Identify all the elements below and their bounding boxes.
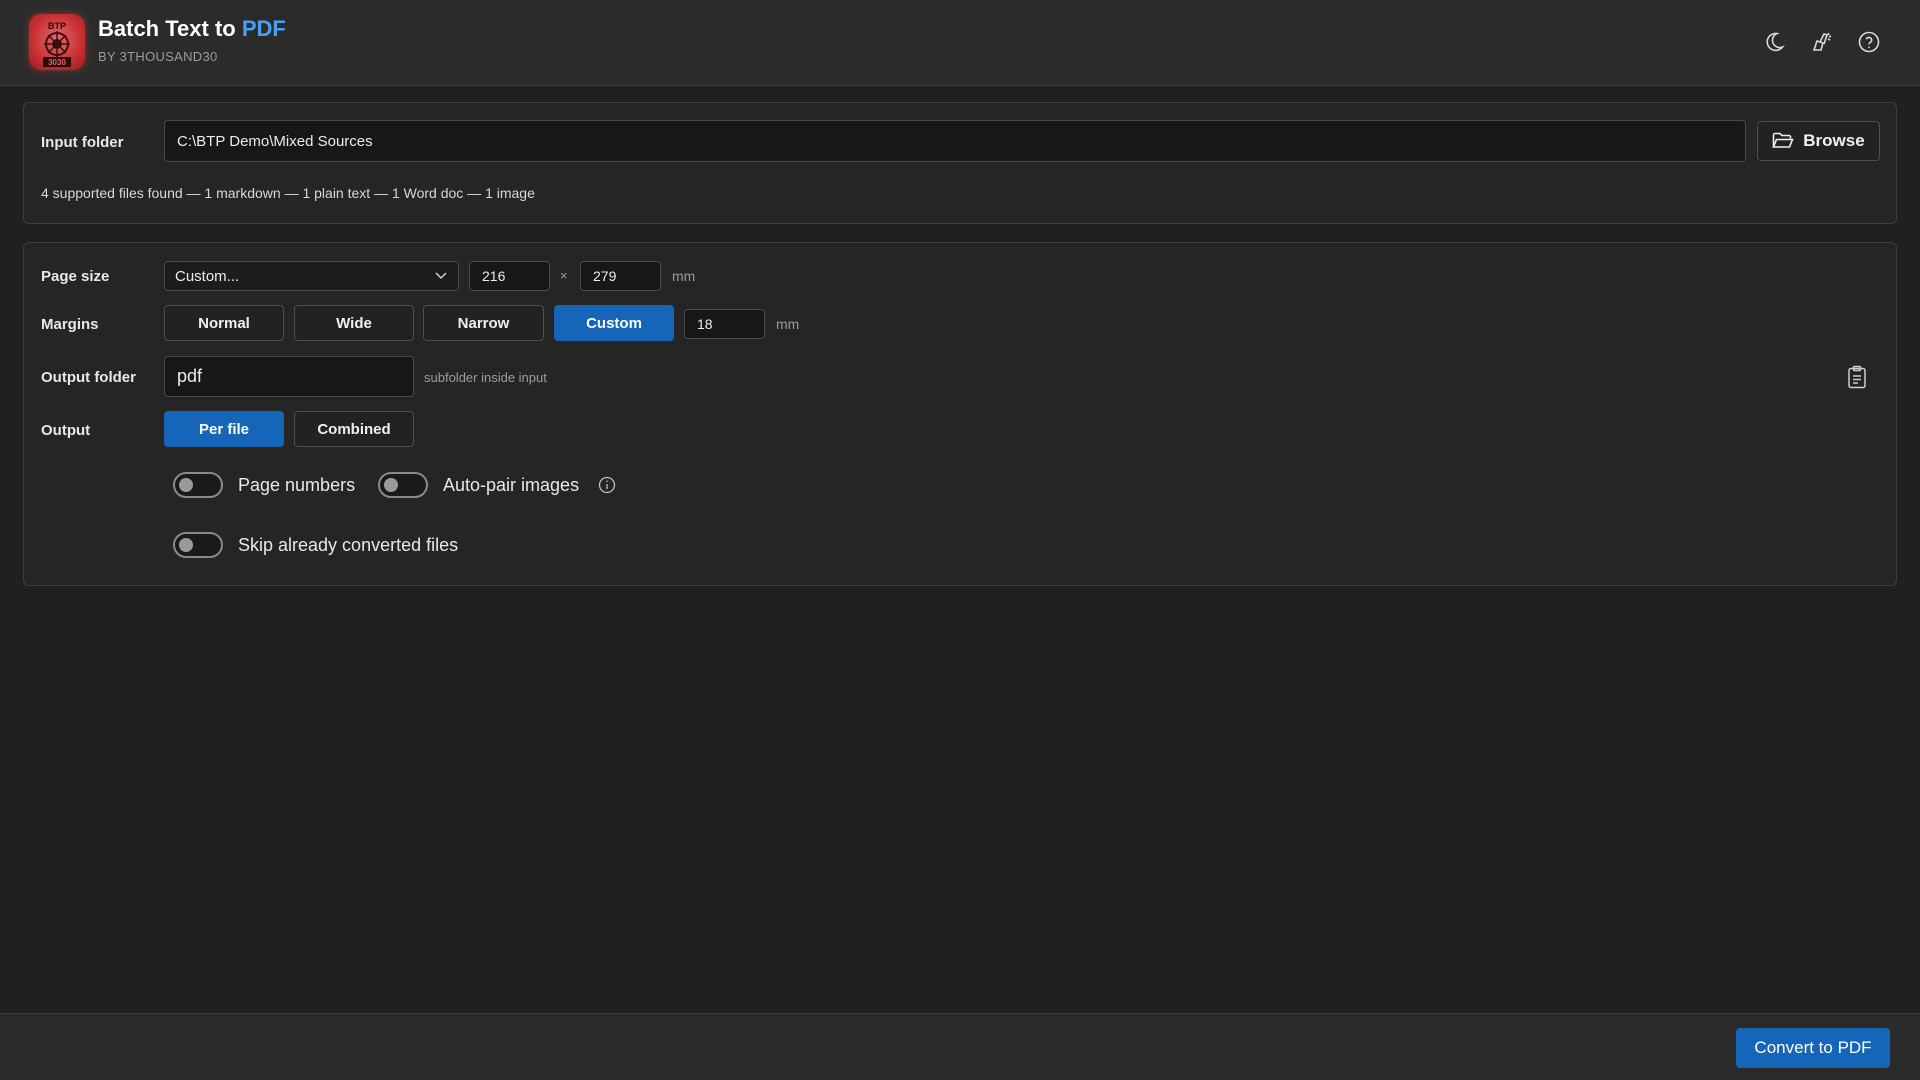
app-header: BTP 3030 Batch Text to PDF BY 3THOUSAND3… bbox=[0, 0, 1920, 86]
chevron-down-icon bbox=[435, 272, 447, 280]
input-folder-path[interactable] bbox=[164, 120, 1746, 162]
times-sign: × bbox=[560, 268, 568, 283]
logo-bottom-text: 3030 bbox=[48, 58, 66, 67]
page-size-label: Page size bbox=[41, 268, 110, 285]
logo-mark-icon: BTP 3030 bbox=[43, 21, 71, 67]
page-numbers-label: Page numbers bbox=[238, 475, 356, 495]
app-title-accent: PDF bbox=[241, 16, 286, 41]
page-size-select[interactable]: Custom... bbox=[164, 261, 459, 291]
input-folder-label: Input folder bbox=[41, 134, 124, 151]
margin-wide-button[interactable]: Wide bbox=[294, 305, 414, 341]
page-height-input[interactable] bbox=[580, 261, 661, 291]
app-subtitle: BY 3THOUSAND30 bbox=[98, 49, 218, 64]
settings-panel: Page size Custom... × mm Margins Normal … bbox=[23, 242, 1897, 586]
help-icon[interactable] bbox=[1857, 30, 1881, 54]
output-label: Output bbox=[41, 422, 91, 439]
margin-normal-button[interactable]: Normal bbox=[164, 305, 284, 341]
margin-narrow-button[interactable]: Narrow bbox=[423, 305, 544, 341]
auto-pair-toggle[interactable] bbox=[378, 472, 428, 498]
skip-converted-toggle[interactable] bbox=[173, 532, 223, 558]
logo-top-text: BTP bbox=[48, 21, 66, 31]
browse-button[interactable]: Browse bbox=[1757, 121, 1880, 161]
margin-custom-button[interactable]: Custom bbox=[554, 305, 674, 341]
input-panel: Input folder Browse 4 supported files fo… bbox=[23, 102, 1897, 224]
margin-unit: mm bbox=[776, 316, 800, 332]
app-logo: BTP 3030 bbox=[29, 14, 85, 70]
page-numbers-toggle[interactable] bbox=[173, 472, 223, 498]
clean-icon[interactable] bbox=[1810, 30, 1834, 54]
footer-bar: Convert to PDF bbox=[0, 1013, 1920, 1080]
folder-open-icon bbox=[1772, 132, 1794, 148]
clipboard-icon[interactable] bbox=[1847, 365, 1867, 389]
app-title: Batch Text to PDF bbox=[98, 16, 286, 42]
output-folder-input[interactable] bbox=[164, 356, 414, 397]
app-title-main: Batch Text to bbox=[98, 16, 242, 41]
files-summary: 4 supported files found — 1 markdown — 1… bbox=[41, 185, 535, 201]
output-folder-label: Output folder bbox=[41, 369, 136, 386]
output-combined-button[interactable]: Combined bbox=[294, 411, 414, 447]
page-size-selected: Custom... bbox=[175, 267, 240, 285]
output-folder-hint: subfolder inside input bbox=[424, 370, 547, 385]
page-size-unit: mm bbox=[672, 268, 696, 284]
output-per-file-button[interactable]: Per file bbox=[164, 411, 284, 447]
convert-to-pdf-button[interactable]: Convert to PDF bbox=[1736, 1028, 1890, 1068]
margin-custom-input[interactable] bbox=[684, 309, 765, 339]
moon-icon[interactable] bbox=[1762, 30, 1786, 54]
margins-label: Margins bbox=[41, 316, 99, 333]
auto-pair-label: Auto-pair images bbox=[443, 475, 580, 495]
browse-button-label: Browse bbox=[1803, 131, 1865, 150]
page-width-input[interactable] bbox=[469, 261, 550, 291]
info-icon[interactable] bbox=[598, 476, 616, 494]
skip-converted-label: Skip already converted files bbox=[238, 535, 459, 555]
